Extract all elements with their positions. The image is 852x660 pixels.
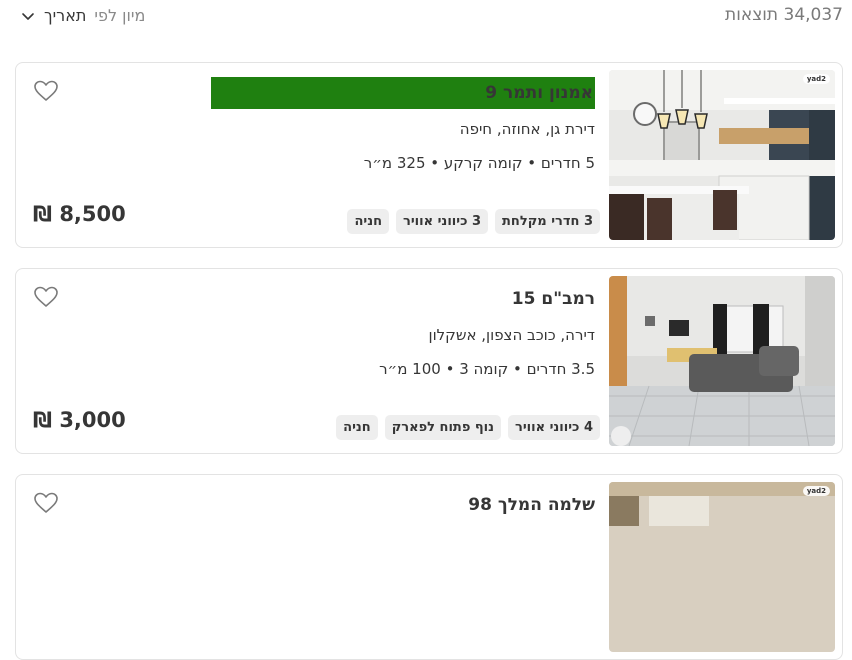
yad2-badge: yad2: [802, 74, 830, 84]
listing-tag: חניה: [336, 415, 378, 440]
listing-details: 5 חדרים • קומה קרקע • 325 מ״ר: [363, 154, 595, 172]
listing-price: 8,500 ₪: [33, 202, 126, 226]
heart-outline-icon[interactable]: [33, 285, 59, 309]
listing-card[interactable]: yad2 אמנון ותמר 9 דירת גן, אחוזה, חיפה 5…: [15, 62, 843, 248]
listing-price: 3,000 ₪: [33, 408, 126, 432]
listing-card[interactable]: yad2 שלמה המלך 98: [15, 474, 843, 660]
listing-tag: נוף פתוח לפארק: [384, 415, 502, 440]
listing-card[interactable]: רמב"ם 15 דירה, כוכב הצפון, אשקלון 3.5 חד…: [15, 268, 843, 454]
sort-label: מיון לפי: [94, 6, 146, 25]
listing-subtitle: דירה, כוכב הצפון, אשקלון: [428, 326, 595, 344]
listing-tag: 3 כיווני אוויר: [396, 209, 489, 234]
listing-photo[interactable]: yad2: [609, 482, 835, 652]
listing-title: אמנון ותמר 9: [211, 77, 595, 109]
listing-photo[interactable]: [609, 276, 835, 446]
listing-details: 3.5 חדרים • קומה 3 • 100 מ״ר: [379, 360, 595, 378]
listing-title: שלמה המלך 98: [468, 495, 595, 515]
listing-photo[interactable]: yad2: [609, 70, 835, 240]
listing-subtitle: דירת גן, אחוזה, חיפה: [459, 120, 595, 138]
yad2-badge: yad2: [802, 486, 830, 496]
listing-tag: 3 חדרי מקלחת: [495, 209, 600, 234]
sort-dropdown[interactable]: תאריך מיון לפי: [20, 6, 145, 25]
listing-tag: 4 כיווני אוויר: [508, 415, 600, 440]
chevron-down-icon: [22, 12, 34, 20]
results-count: 34,037 תוצאות: [725, 5, 843, 25]
listing-title: רמב"ם 15: [511, 289, 595, 309]
heart-outline-icon[interactable]: [33, 491, 59, 515]
listing-tags: 3 חדרי מקלחת 3 כיווני אוויר חניה: [347, 209, 600, 234]
results-toolbar: 34,037 תוצאות תאריך מיון לפי: [0, 0, 852, 36]
heart-outline-icon[interactable]: [33, 79, 59, 103]
listing-tag: חניה: [347, 209, 390, 234]
sort-value: תאריך: [44, 6, 87, 25]
listing-tags: 4 כיווני אוויר נוף פתוח לפארק חניה: [336, 415, 600, 440]
